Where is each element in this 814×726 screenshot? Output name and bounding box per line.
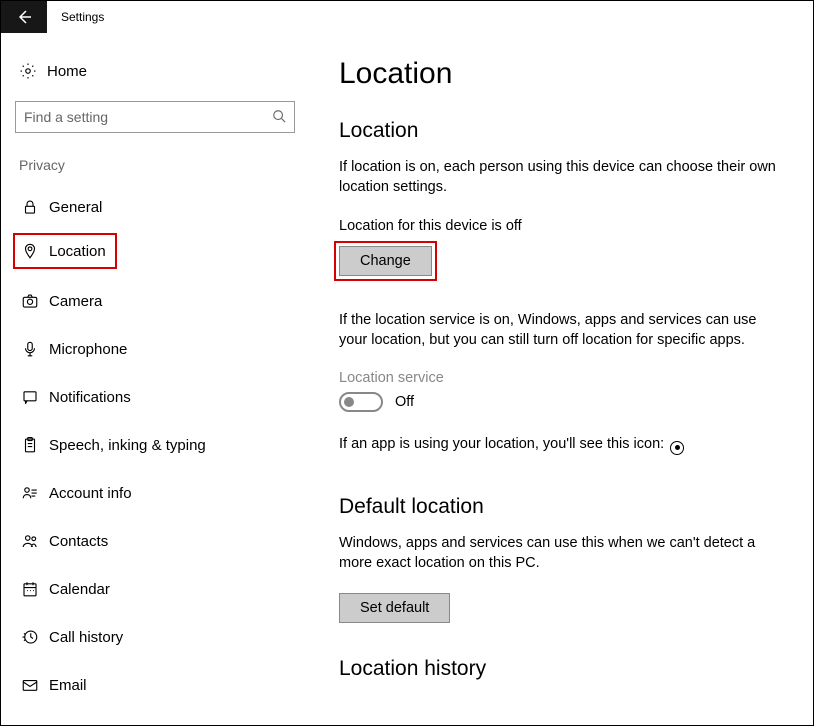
location-device-status: Location for this device is off <box>339 218 783 234</box>
mail-icon <box>21 676 49 694</box>
lock-icon <box>21 198 49 216</box>
nav-label: Calendar <box>49 581 110 598</box>
group-header-privacy: Privacy <box>13 157 297 185</box>
nav-label: Account info <box>49 485 132 502</box>
location-icon-note: If an app is using your location, you'll… <box>339 434 783 455</box>
sidebar-item-contacts[interactable]: Contacts <box>13 519 297 563</box>
sidebar-item-notifications[interactable]: Notifications <box>13 375 297 419</box>
location-service-toggle[interactable] <box>339 392 383 412</box>
default-location-description: Windows, apps and services can use this … <box>339 533 783 574</box>
nav-label: Camera <box>49 293 102 310</box>
nav-label: Contacts <box>49 533 108 550</box>
search-icon <box>272 109 286 126</box>
nav-label: Location <box>49 243 106 260</box>
sidebar: Home Privacy General Location <box>1 33 309 725</box>
search-input[interactable] <box>24 109 272 125</box>
window-title: Settings <box>61 10 104 24</box>
sidebar-item-account[interactable]: Account info <box>13 471 297 515</box>
message-icon <box>21 388 49 406</box>
toggle-state-label: Off <box>395 394 414 410</box>
nav-label: Call history <box>49 629 123 646</box>
search-box[interactable] <box>15 101 295 133</box>
set-default-button[interactable]: Set default <box>339 593 450 623</box>
section-heading-location: Location <box>339 119 783 143</box>
camera-icon <box>21 292 49 310</box>
nav-label: Speech, inking & typing <box>49 437 206 454</box>
location-service-description: If the location service is on, Windows, … <box>339 310 783 351</box>
back-arrow-icon <box>16 9 32 25</box>
location-description: If location is on, each person using thi… <box>339 157 783 198</box>
account-icon <box>21 484 49 502</box>
change-button[interactable]: Change <box>339 246 432 276</box>
titlebar: Settings <box>1 1 813 33</box>
location-indicator-icon <box>670 441 684 455</box>
back-button[interactable] <box>1 1 47 33</box>
microphone-icon <box>21 340 49 358</box>
location-pin-icon <box>21 242 49 260</box>
sidebar-item-general[interactable]: General <box>13 185 297 229</box>
history-icon <box>21 628 49 646</box>
sidebar-item-camera[interactable]: Camera <box>13 279 297 323</box>
location-service-label: Location service <box>339 370 783 386</box>
section-heading-history: Location history <box>339 657 783 681</box>
nav-label: Notifications <box>49 389 131 406</box>
nav-label: Microphone <box>49 341 127 358</box>
gear-icon <box>19 62 47 80</box>
page-title: Location <box>339 57 783 91</box>
sidebar-item-microphone[interactable]: Microphone <box>13 327 297 371</box>
home-nav[interactable]: Home <box>13 51 297 91</box>
sidebar-item-calendar[interactable]: Calendar <box>13 567 297 611</box>
nav-label: General <box>49 199 102 216</box>
sidebar-item-location[interactable]: Location <box>13 233 117 269</box>
sidebar-item-email[interactable]: Email <box>13 663 297 707</box>
clipboard-icon <box>21 436 49 454</box>
sidebar-item-speech[interactable]: Speech, inking & typing <box>13 423 297 467</box>
nav-label: Email <box>49 677 87 694</box>
main-content: Location Location If location is on, eac… <box>309 33 813 725</box>
people-icon <box>21 532 49 550</box>
section-heading-default: Default location <box>339 495 783 519</box>
home-label: Home <box>47 63 87 80</box>
calendar-icon <box>21 580 49 598</box>
sidebar-item-callhistory[interactable]: Call history <box>13 615 297 659</box>
